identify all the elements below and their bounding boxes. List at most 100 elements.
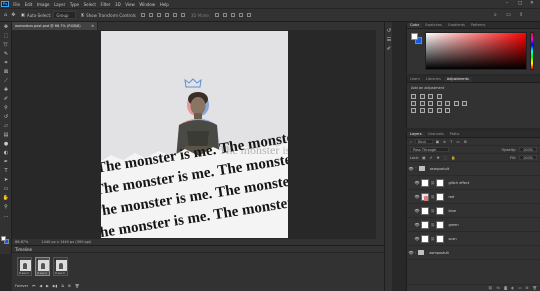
auto-select-checkbox[interactable]: Auto-Select: Group bbox=[21, 11, 76, 19]
frame-duration[interactable]: 0 sec.▾ bbox=[37, 271, 47, 275]
timeline-frame[interactable]: 1 0 sec.▾ bbox=[17, 257, 32, 276]
menu-image[interactable]: Image bbox=[35, 2, 52, 7]
frame-duration[interactable]: 0 sec.▾ bbox=[55, 271, 65, 275]
menu-file[interactable]: File bbox=[11, 2, 22, 7]
layer-row[interactable]: 👁 ⛓ green bbox=[407, 218, 540, 232]
menu-view[interactable]: View bbox=[123, 2, 137, 7]
visibility-eye-icon[interactable]: 👁 bbox=[413, 236, 421, 241]
layer-style-icon[interactable]: fx bbox=[497, 286, 500, 290]
layer-mask-thumbnail[interactable] bbox=[436, 178, 445, 187]
transform-controls-checkbox[interactable]: Show Transform Controls bbox=[80, 13, 136, 18]
path-select-tool-icon[interactable]: ➤ bbox=[0, 175, 12, 184]
visibility-eye-icon[interactable]: 👁 bbox=[413, 222, 421, 227]
chain-link-icon[interactable]: ⛓ bbox=[431, 209, 435, 213]
workspace-icon[interactable]: ▭ bbox=[506, 12, 511, 18]
menu-type[interactable]: Type bbox=[68, 2, 82, 7]
tab-channels[interactable]: Channels bbox=[425, 132, 447, 138]
align-top-icon[interactable] bbox=[164, 13, 169, 17]
tab-patterns[interactable]: Patterns bbox=[468, 23, 488, 29]
marquee-tool-icon[interactable]: ⬚ bbox=[0, 31, 12, 40]
search-icon[interactable]: ⌕ bbox=[494, 12, 497, 18]
tab-layers[interactable]: Layers bbox=[407, 131, 425, 137]
threshold-icon[interactable] bbox=[428, 108, 433, 113]
layer-name[interactable]: red bbox=[448, 195, 454, 199]
blend-mode-dropdown[interactable]: Pass Through bbox=[410, 147, 450, 152]
gradient-map-icon[interactable] bbox=[436, 108, 442, 113]
color-field[interactable] bbox=[425, 32, 527, 70]
more-tools-icon[interactable]: … bbox=[0, 211, 12, 220]
layer-row[interactable]: 👁 ⛓ scan bbox=[407, 232, 540, 246]
brightness-contrast-icon[interactable] bbox=[411, 94, 416, 99]
visibility-eye-icon[interactable]: 👁 bbox=[407, 166, 415, 171]
visibility-eye-icon[interactable]: 👁 bbox=[407, 250, 415, 255]
lasso-tool-icon[interactable]: ➰ bbox=[0, 40, 12, 49]
new-group-icon[interactable]: ▭ bbox=[518, 286, 521, 290]
chain-link-icon[interactable]: ⛓ bbox=[431, 195, 435, 199]
delete-layer-icon[interactable]: 🗑 bbox=[533, 286, 537, 290]
eyedropper-tool-icon[interactable]: ⟋ bbox=[0, 76, 12, 85]
link-layers-icon[interactable]: ⛓ bbox=[488, 286, 492, 290]
maximize-icon[interactable]: □ bbox=[518, 1, 522, 6]
quick-select-tool-icon[interactable]: ✎ bbox=[0, 49, 12, 58]
new-adjustment-icon[interactable]: ◐ bbox=[511, 286, 514, 290]
frame-tool-icon[interactable]: ⊠ bbox=[0, 67, 12, 76]
new-layer-icon[interactable]: ⊞ bbox=[526, 286, 529, 290]
tab-color[interactable]: Color bbox=[407, 22, 423, 28]
tab-gradients[interactable]: Gradients bbox=[445, 23, 468, 29]
chain-link-icon[interactable]: ⛓ bbox=[431, 237, 435, 241]
layer-row[interactable]: 👁 ⛓ blue bbox=[407, 204, 540, 218]
kind-filter-dropdown[interactable]: Kind bbox=[414, 139, 433, 144]
align-icons[interactable] bbox=[140, 13, 185, 17]
align-bottom-icon[interactable] bbox=[180, 13, 185, 17]
layer-mask-thumbnail[interactable] bbox=[436, 206, 445, 215]
black-white-icon[interactable] bbox=[436, 101, 442, 106]
next-frame-icon[interactable]: ▶▮ bbox=[53, 284, 58, 288]
layer-group-row[interactable]: 👁 › asmpostult bbox=[407, 246, 540, 260]
close-tab-icon[interactable]: ✕ bbox=[91, 24, 94, 28]
tab-swatches[interactable]: Swatches bbox=[422, 23, 445, 29]
photo-filter-icon[interactable] bbox=[445, 101, 450, 106]
history-brush-tool-icon[interactable]: ↺ bbox=[0, 112, 12, 121]
document-tab[interactable]: asmodeus post.psd @ 66.7% (RGB/8) ✕ bbox=[12, 22, 98, 30]
exposure-icon[interactable] bbox=[436, 94, 442, 99]
close-icon[interactable]: ✕ bbox=[530, 1, 534, 6]
slide-3d-icon[interactable] bbox=[239, 13, 244, 17]
auto-select-dropdown[interactable]: Group bbox=[53, 11, 76, 19]
type-tool-icon[interactable]: T bbox=[0, 166, 12, 175]
layer-row[interactable]: 👁 ⛓ red bbox=[407, 190, 540, 204]
tween-icon[interactable]: ⧉ bbox=[61, 284, 64, 288]
zoom-tool-icon[interactable]: ⚲ bbox=[0, 202, 12, 211]
posterize-icon[interactable] bbox=[419, 108, 425, 113]
vertical-scrollbar[interactable] bbox=[376, 30, 384, 239]
artboard[interactable]: The monster is me. The monster The monst… bbox=[101, 31, 288, 238]
rotate-3d-icon[interactable] bbox=[215, 13, 220, 17]
tab-learn[interactable]: Learn bbox=[407, 77, 423, 83]
opacity-input[interactable]: 100% bbox=[518, 147, 537, 152]
curves-icon[interactable] bbox=[428, 94, 433, 99]
align-center-icon[interactable] bbox=[148, 13, 153, 17]
menu-help[interactable]: Help bbox=[157, 2, 171, 7]
share-icon[interactable]: ⇪ bbox=[519, 12, 523, 18]
layer-mask-thumbnail[interactable] bbox=[436, 192, 445, 201]
timeline-title[interactable]: Timeline bbox=[15, 247, 32, 252]
lock-icons[interactable]: ▦ ✐ ✥ ⬚ 🔒 bbox=[422, 156, 457, 160]
layer-name[interactable]: glitch effect bbox=[448, 181, 469, 185]
hand-tool-icon[interactable]: ✋ bbox=[0, 193, 12, 202]
selective-color-icon[interactable] bbox=[445, 108, 450, 113]
menu-3d[interactable]: 3D bbox=[113, 2, 123, 7]
menu-layer[interactable]: Layer bbox=[52, 2, 68, 7]
add-mask-icon[interactable]: ◙ bbox=[504, 286, 507, 290]
brush-tool-icon[interactable]: ✐ bbox=[0, 94, 12, 103]
minimize-icon[interactable]: – bbox=[506, 1, 508, 6]
play-icon[interactable]: ▶ bbox=[46, 284, 49, 288]
invert-icon[interactable] bbox=[411, 108, 416, 113]
layer-group-row[interactable]: 👁 ˅ asmpostult bbox=[407, 162, 540, 176]
layer-row[interactable]: 👁 ⛓ glitch effect bbox=[407, 176, 540, 190]
healing-brush-tool-icon[interactable]: ✚ bbox=[0, 85, 12, 94]
first-frame-icon[interactable]: ⏮ bbox=[32, 284, 35, 288]
hue-saturation-icon[interactable] bbox=[419, 101, 425, 106]
layer-mask-thumbnail[interactable] bbox=[436, 234, 445, 243]
loop-dropdown[interactable]: Forever bbox=[15, 284, 28, 288]
rectangle-tool-icon[interactable]: ▭ bbox=[0, 184, 12, 193]
eraser-tool-icon[interactable]: ▱ bbox=[0, 121, 12, 130]
